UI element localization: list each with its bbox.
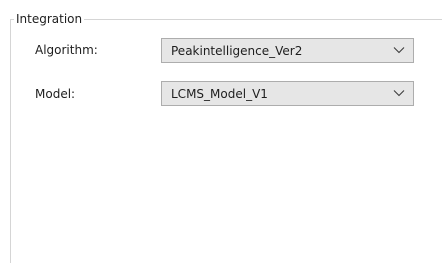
integration-group-title: Integration bbox=[14, 11, 85, 27]
algorithm-dropdown-value: Peakintelligence_Ver2 bbox=[171, 44, 303, 58]
model-label: Model: bbox=[35, 87, 76, 101]
algorithm-dropdown[interactable]: Peakintelligence_Ver2 bbox=[161, 38, 414, 63]
chevron-down-icon bbox=[393, 47, 405, 54]
model-dropdown[interactable]: LCMS_Model_V1 bbox=[161, 81, 414, 106]
chevron-down-icon bbox=[393, 90, 405, 97]
algorithm-label: Algorithm: bbox=[35, 43, 98, 57]
model-dropdown-value: LCMS_Model_V1 bbox=[171, 87, 268, 101]
